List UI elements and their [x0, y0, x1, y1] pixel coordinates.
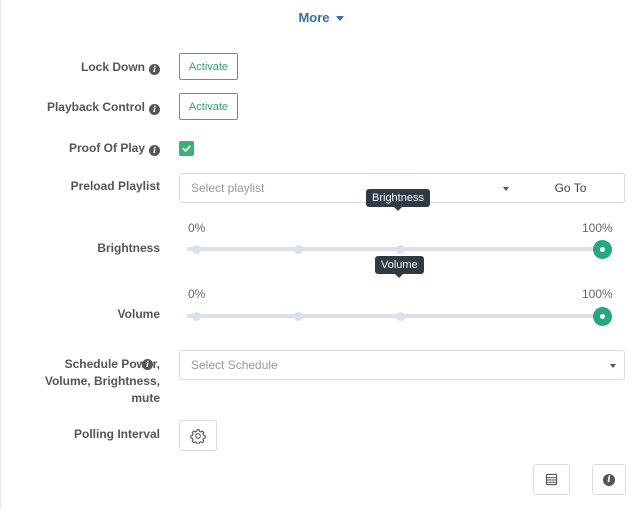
- schedule-select-placeholder: Select Schedule: [191, 358, 278, 372]
- polling-interval-label: Polling Interval: [73, 427, 160, 441]
- info-icon[interactable]: i: [149, 64, 160, 75]
- preload-playlist-label: Preload Playlist: [70, 179, 160, 193]
- volume-max-label: 100%: [582, 287, 613, 301]
- schedule-label: Schedule Power, Volume, Brightness, mute: [44, 357, 160, 405]
- settings-panel: More Lock Down i Activate Playback Contro…: [0, 0, 640, 509]
- volume-slider-handle[interactable]: [592, 306, 612, 326]
- brightness-tooltip: Brightness: [366, 189, 430, 211]
- playback-control-activate-button[interactable]: Activate: [179, 93, 238, 120]
- brightness-slider[interactable]: [187, 239, 612, 259]
- volume-label: Volume: [117, 307, 160, 321]
- playback-control-label: Playback Control i: [47, 99, 160, 116]
- playlist-select[interactable]: Select playlist: [179, 173, 518, 203]
- info-icon[interactable]: i: [149, 104, 160, 115]
- lock-down-label: Lock Down i: [81, 59, 160, 76]
- info-icon[interactable]: i: [142, 359, 153, 370]
- slider-tick: [395, 244, 405, 254]
- slider-tick: [395, 311, 405, 321]
- brightness-max-label: 100%: [582, 221, 613, 235]
- info-icon: i: [603, 473, 615, 486]
- check-icon: [182, 145, 191, 152]
- brightness-min-label: 0%: [188, 221, 206, 235]
- brightness-slider-handle[interactable]: [592, 239, 612, 259]
- list-icon: [545, 473, 558, 486]
- playlist-select-placeholder: Select playlist: [191, 181, 265, 195]
- slider-tick: [293, 311, 303, 321]
- volume-slider[interactable]: [187, 306, 612, 326]
- lock-down-activate-button[interactable]: Activate: [179, 53, 238, 80]
- more-label: More: [298, 10, 330, 25]
- brightness-label: Brightness: [97, 241, 160, 255]
- schedule-select[interactable]: Select Schedule: [179, 350, 625, 380]
- list-button[interactable]: [533, 464, 570, 495]
- slider-tick: [293, 244, 303, 254]
- go-to-button[interactable]: Go To: [517, 173, 625, 203]
- chevron-down-icon: [610, 364, 616, 368]
- volume-min-label: 0%: [188, 287, 206, 301]
- caret-down-icon: [335, 16, 344, 22]
- chevron-down-icon: [503, 187, 509, 191]
- info-icon[interactable]: i: [149, 145, 160, 156]
- slider-tick: [191, 311, 201, 321]
- gear-icon: [190, 428, 206, 444]
- slider-tick: [191, 244, 201, 254]
- info-button[interactable]: i: [592, 464, 626, 495]
- proof-of-play-checkbox[interactable]: [179, 141, 194, 156]
- volume-tooltip: Volume: [375, 256, 424, 278]
- polling-settings-button[interactable]: [179, 420, 217, 451]
- more-toggle[interactable]: More: [1, 10, 640, 25]
- proof-of-play-label: Proof Of Play i: [69, 140, 160, 157]
